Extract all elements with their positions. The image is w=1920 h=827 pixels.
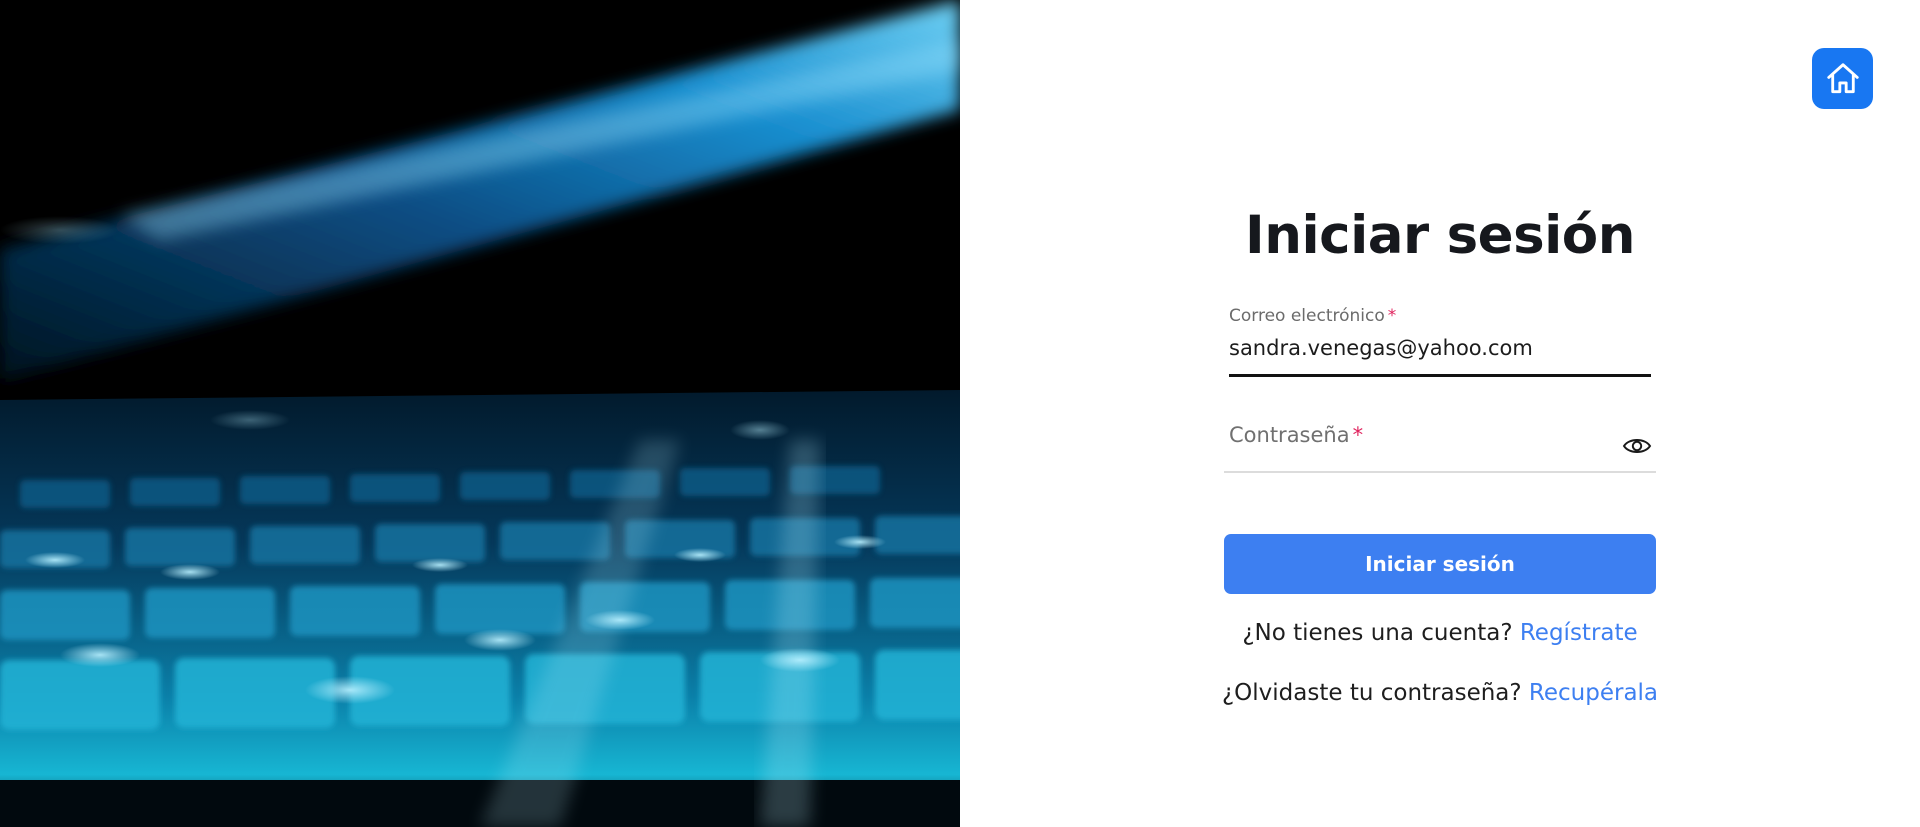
register-prompt-line: ¿No tienes una cuenta? Regístrate (1175, 620, 1705, 646)
email-label-text: Correo electrónico (1229, 306, 1385, 326)
password-label-text: Contraseña (1229, 423, 1350, 447)
forgot-prompt: ¿Olvidaste tu contraseña? (1221, 680, 1522, 706)
recover-password-link[interactable]: Recupérala (1529, 680, 1658, 706)
forgot-password-line: ¿Olvidaste tu contraseña? Recupérala (1175, 680, 1705, 706)
home-icon (1826, 62, 1859, 93)
login-page: Iniciar sesión Correo electrónico* Contr… (0, 0, 1920, 827)
page-title: Iniciar sesión (1245, 205, 1635, 266)
register-prompt: ¿No tienes una cuenta? (1242, 620, 1513, 646)
email-field[interactable] (1229, 336, 1649, 360)
password-visibility-toggle[interactable] (1622, 433, 1652, 459)
email-label: Correo electrónico * (1229, 306, 1396, 326)
register-link[interactable]: Regístrate (1520, 620, 1638, 646)
hero-keyboard-image (0, 0, 960, 827)
home-button[interactable] (1812, 48, 1873, 109)
keyboard-illustration (0, 0, 960, 827)
email-underline (1229, 374, 1651, 377)
password-required-marker: * (1352, 423, 1364, 447)
password-label: Contraseña * (1229, 423, 1363, 447)
email-required-marker: * (1387, 306, 1397, 326)
eye-icon (1622, 439, 1652, 453)
login-submit-button[interactable]: Iniciar sesión (1224, 534, 1656, 594)
password-underline (1224, 471, 1656, 473)
